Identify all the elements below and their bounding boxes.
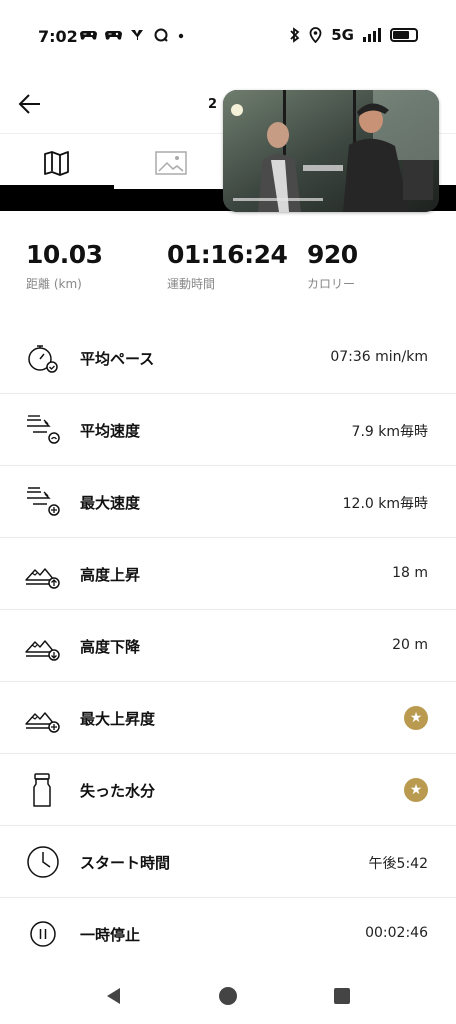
metric-value: 20 m [392, 637, 428, 653]
metric-label: 平均ペース [80, 350, 155, 368]
back-arrow-icon[interactable] [16, 90, 44, 118]
video-frame-image [223, 90, 439, 212]
pause-icon [30, 921, 56, 947]
dot-icon [178, 33, 184, 39]
water-bottle-icon [33, 773, 51, 807]
image-icon [155, 150, 187, 175]
metric-row-start-time: スタート時間 午後5:42 [0, 826, 456, 898]
metric-label: 平均速度 [80, 422, 141, 440]
clock-icon [27, 846, 59, 878]
nav-home-icon[interactable] [218, 986, 238, 1006]
summary-stats: 10.03 距離 (km) 01:16:24 運動時間 920 カロリー [0, 240, 456, 300]
metric-value: 7.9 km毎時 [351, 424, 428, 440]
premium-star-icon[interactable]: ★ [404, 778, 428, 802]
notification-icons [80, 28, 185, 43]
metric-row-pause: 一時停止 00:02:46 [0, 898, 456, 970]
location-icon [309, 27, 322, 43]
page-title: 2 [208, 97, 218, 112]
speed-max-icon [27, 487, 60, 516]
nav-back-icon[interactable] [104, 986, 124, 1006]
map-icon [44, 150, 69, 176]
status-right: 5G [289, 26, 418, 44]
summary-distance: 10.03 距離 (km) [26, 240, 103, 292]
metric-value: 07:36 min/km [330, 349, 428, 365]
distance-value: 10.03 [26, 240, 103, 269]
metric-row-max-elevation[interactable]: 最大上昇度 ★ [0, 682, 456, 754]
status-bar: 7:02 5G [0, 0, 456, 70]
game-controller-icon [105, 31, 122, 40]
chat-icon [154, 28, 168, 42]
battery-icon [390, 28, 418, 42]
metric-row-avg-speed: 平均速度 7.9 km毎時 [0, 394, 456, 466]
bluetooth-icon [290, 27, 300, 43]
metric-label: 最大上昇度 [80, 710, 156, 728]
metric-row-water-loss[interactable]: 失った水分 ★ [0, 754, 456, 826]
premium-star-icon[interactable]: ★ [404, 706, 428, 730]
metric-value: 12.0 km毎時 [342, 496, 428, 512]
calories-value: 920 [307, 240, 358, 269]
yahoo-icon [131, 30, 143, 40]
signal-icon [363, 28, 381, 42]
metric-label: 失った水分 [80, 782, 156, 800]
nav-recents-icon[interactable] [332, 986, 352, 1006]
elevation-up-icon [25, 568, 60, 589]
speed-average-icon [27, 415, 60, 444]
metric-row-max-speed: 最大速度 12.0 km毎時 [0, 466, 456, 538]
metric-label: 最大速度 [80, 494, 141, 512]
elevation-down-icon [25, 640, 60, 661]
metric-row-elevation-loss: 高度下降 20 m [0, 610, 456, 682]
pace-stopwatch-icon [28, 345, 58, 373]
calories-label: カロリー [307, 277, 356, 291]
game-controller-icon [80, 31, 97, 40]
summary-calories: 920 カロリー [307, 240, 358, 292]
metric-value: 午後5:42 [368, 856, 428, 872]
status-time: 7:02 [38, 27, 78, 46]
tab-map[interactable] [0, 135, 114, 190]
metric-label: 高度上昇 [80, 566, 141, 584]
duration-label: 運動時間 [167, 277, 216, 291]
metric-row-avg-pace: 平均ペース 07:36 min/km [0, 322, 456, 394]
system-nav-bar [0, 972, 456, 1024]
pip-video[interactable] [223, 90, 439, 212]
metric-label: 一時停止 [80, 926, 141, 944]
metric-row-elevation-gain: 高度上昇 18 m [0, 538, 456, 610]
metrics-list: 平均ペース 07:36 min/km 平均速度 7.9 km毎時 最大速度 12… [0, 322, 456, 970]
duration-value: 01:16:24 [167, 240, 288, 269]
network-label: 5G [331, 26, 354, 44]
metric-value: 00:02:46 [365, 925, 428, 941]
metric-value: 18 m [392, 565, 428, 581]
tab-photo[interactable] [114, 135, 228, 190]
metric-label: 高度下降 [80, 638, 141, 656]
distance-label: 距離 (km) [26, 277, 82, 291]
summary-duration: 01:16:24 運動時間 [167, 240, 288, 292]
elevation-max-icon [25, 712, 60, 733]
metric-label: スタート時間 [80, 854, 171, 872]
